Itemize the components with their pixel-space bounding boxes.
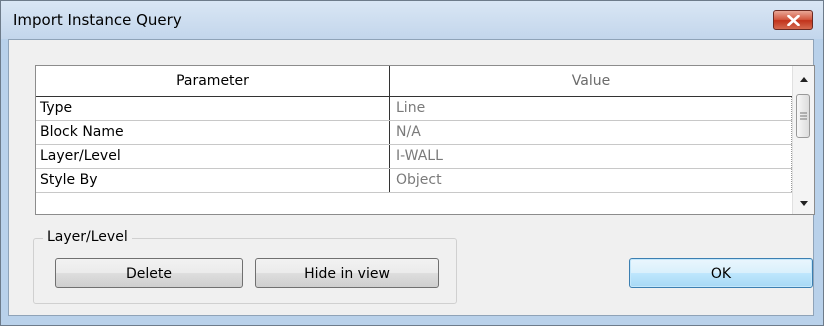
close-icon [787, 15, 800, 26]
column-header-parameter: Parameter [36, 66, 390, 96]
parameter-cell: Style By [36, 169, 390, 192]
value-cell: Object [390, 169, 792, 192]
vertical-scrollbar[interactable] [792, 66, 814, 214]
scroll-down-button[interactable] [793, 194, 814, 212]
dialog-title: Import Instance Query [13, 11, 182, 29]
parameter-cell: Block Name [36, 121, 390, 144]
parameter-cell: Layer/Level [36, 145, 390, 168]
parameter-grid: Parameter Value Type Line Block Name N/A… [35, 65, 815, 215]
hide-in-view-button[interactable]: Hide in view [255, 258, 439, 288]
table-row[interactable]: Type Line [36, 97, 792, 121]
title-bar[interactable]: Import Instance Query [1, 1, 823, 39]
arrow-up-icon [799, 76, 808, 82]
arrow-down-icon [799, 200, 808, 206]
ok-button[interactable]: OK [629, 258, 813, 288]
parameter-cell: Type [36, 97, 390, 120]
table-row[interactable]: Block Name N/A [36, 121, 792, 145]
table-row[interactable]: Layer/Level I-WALL [36, 145, 792, 169]
grid-header: Parameter Value [36, 66, 792, 97]
scroll-up-button[interactable] [793, 70, 814, 88]
close-button[interactable] [773, 10, 813, 30]
dialog-content: Parameter Value Type Line Block Name N/A… [8, 39, 815, 316]
column-header-value: Value [571, 73, 611, 89]
table-row[interactable]: Style By Object [36, 169, 792, 193]
delete-button[interactable]: Delete [55, 258, 243, 288]
value-cell: Line [390, 97, 792, 120]
value-cell: I-WALL [390, 145, 792, 168]
grip-icon [800, 112, 807, 120]
group-label: Layer/Level [43, 229, 132, 245]
scroll-thumb[interactable] [796, 94, 810, 138]
value-cell: N/A [390, 121, 792, 144]
grid-body: Type Line Block Name N/A Layer/Level I-W… [36, 97, 792, 193]
